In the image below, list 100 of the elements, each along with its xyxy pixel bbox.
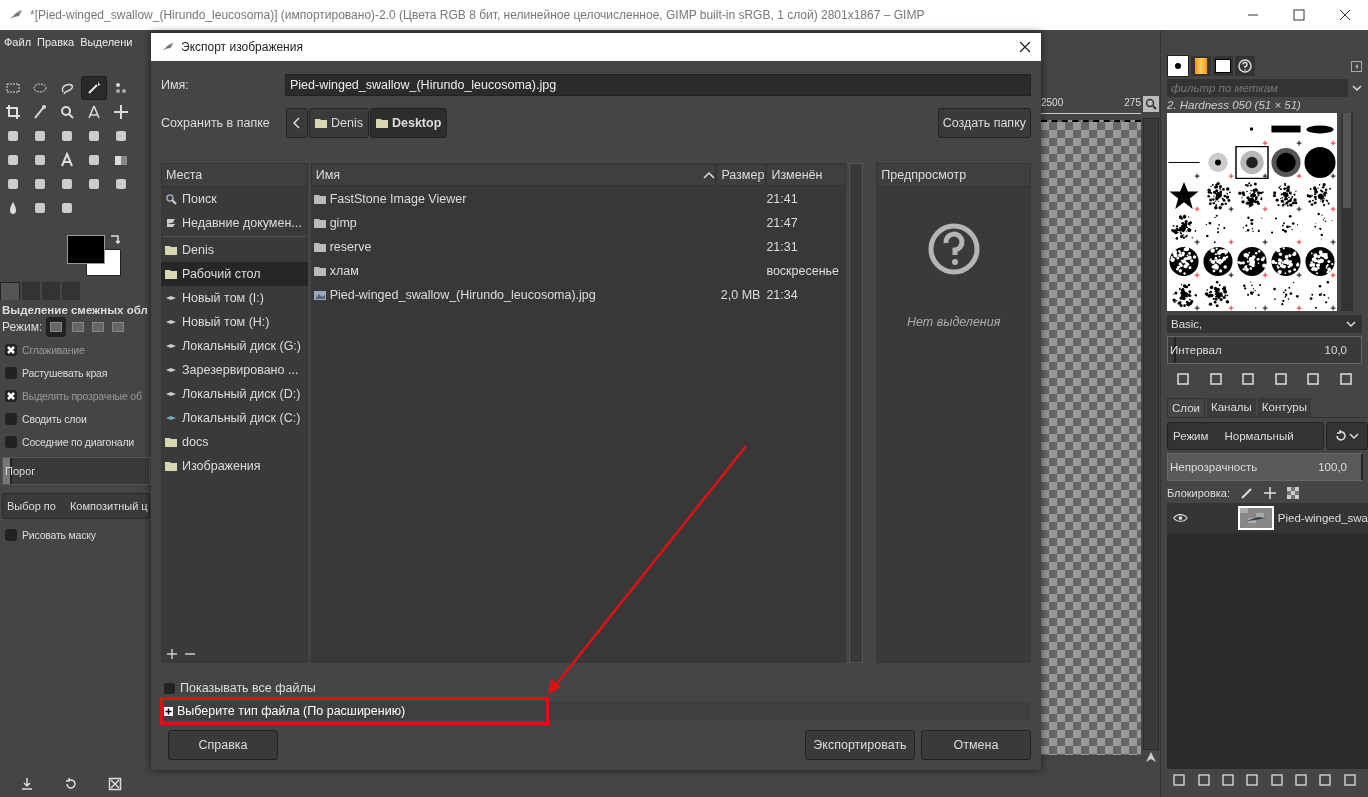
composite-mode-button[interactable]	[1326, 422, 1368, 450]
mode-button[interactable]	[110, 319, 127, 335]
column-header[interactable]: Размер	[716, 164, 767, 186]
chevron-left-icon[interactable]	[293, 117, 301, 129]
tool-icon[interactable]	[59, 176, 75, 192]
tool-icon[interactable]	[32, 200, 48, 216]
scrollbar[interactable]	[1341, 113, 1353, 311]
column-header[interactable]: Изменён	[766, 164, 847, 186]
place-item[interactable]: Рабочий стол	[161, 262, 308, 286]
file-name[interactable]: reserve	[310, 240, 711, 254]
path-button[interactable]: Denis	[309, 108, 369, 138]
brush-thumbnail[interactable]	[1303, 146, 1337, 179]
layer-row[interactable]: Pied-winged_swa	[1167, 503, 1368, 533]
tool-icon[interactable]	[86, 152, 102, 168]
tool-icon[interactable]	[86, 128, 102, 144]
tool-icon[interactable]	[113, 128, 129, 144]
threshold-slider[interactable]: Порог	[2, 457, 150, 485]
chevron-down-icon[interactable]	[1346, 319, 1356, 329]
tool-icon[interactable]	[32, 176, 48, 192]
mode-dropdown[interactable]: Режим Нормальный	[1167, 422, 1324, 450]
brush-thumbnail[interactable]	[1269, 146, 1303, 179]
create-folder-button[interactable]: Создать папку	[937, 108, 1031, 138]
checker-icon[interactable]	[1287, 487, 1300, 499]
crop-icon[interactable]	[5, 104, 21, 120]
column-header[interactable]: Места	[161, 163, 308, 187]
tag-dropdown[interactable]: Basic,	[1167, 315, 1362, 333]
brush-thumbnail[interactable]	[1235, 146, 1269, 179]
mode-button[interactable]	[90, 319, 107, 335]
tool-icon[interactable]	[59, 128, 75, 144]
scrollbar[interactable]	[849, 163, 864, 663]
brush-thumbnail[interactable]	[1269, 245, 1303, 278]
panel-tab[interactable]: Слои	[1167, 398, 1205, 417]
chevron-down-icon[interactable]	[1352, 83, 1362, 93]
menu-item[interactable]: Файл	[4, 36, 32, 48]
column-header[interactable]: Имя	[310, 164, 717, 186]
tool-icon[interactable]	[86, 176, 102, 192]
checkbox[interactable]	[5, 412, 17, 425]
file-name[interactable]: FastStone Image Viewer	[310, 192, 711, 206]
brush-thumbnail[interactable]	[1235, 179, 1269, 212]
opacity-slider[interactable]: Непрозрачность 100,0	[1167, 453, 1362, 481]
menu-item[interactable]: Выделени	[80, 36, 133, 48]
tag-filter-field[interactable]: фильтр по меткам	[1167, 79, 1348, 97]
wand-icon[interactable]	[86, 80, 102, 96]
panel-menu-icon[interactable]	[1351, 60, 1362, 72]
dots-icon[interactable]	[113, 80, 129, 96]
file-name-field[interactable]: Pied-winged_swallow_(Hirundo_leucosoma).jpg	[285, 74, 1031, 96]
brush-thumbnail[interactable]	[1269, 212, 1303, 245]
select-by-dropdown[interactable]: Выбор по Композитный ц	[2, 493, 150, 519]
file-name[interactable]: gimp	[310, 216, 711, 230]
file-name[interactable]: хлам	[310, 264, 711, 278]
save-icon[interactable]	[20, 777, 34, 791]
tool-icon[interactable]	[5, 176, 21, 192]
rotate-chevron-icon[interactable]	[1334, 429, 1360, 443]
image-icon[interactable]	[313, 289, 326, 301]
eyedropper-icon[interactable]	[32, 104, 48, 120]
maximize-icon[interactable]	[1293, 9, 1305, 21]
menu-item[interactable]: Правка	[37, 36, 75, 48]
brush-thumbnail[interactable]	[1303, 245, 1337, 278]
checkbox[interactable]	[5, 528, 17, 541]
tool-button[interactable]	[81, 76, 107, 100]
brush-thumbnail[interactable]	[1201, 245, 1235, 278]
foreground-color-swatch[interactable]	[67, 235, 105, 264]
tool-icon[interactable]	[5, 152, 21, 168]
mode-button[interactable]	[70, 319, 87, 335]
brush-thumbnail[interactable]	[1167, 245, 1201, 278]
reset-icon[interactable]	[64, 777, 78, 791]
tool-icon[interactable]	[5, 128, 21, 144]
brushes-tab[interactable]	[1167, 55, 1189, 77]
panel-tab[interactable]: Каналы	[1206, 398, 1256, 417]
move-icon[interactable]	[1264, 487, 1277, 499]
panel-tab[interactable]: Контуры	[1257, 398, 1311, 417]
dashed-ellipse-icon[interactable]	[32, 80, 48, 96]
close-icon[interactable]	[1019, 41, 1031, 53]
magnifier-icon[interactable]	[59, 104, 75, 120]
eye-icon[interactable]	[1173, 512, 1188, 524]
spacing-slider[interactable]: Интервал 10,0	[1167, 336, 1362, 364]
mode-button[interactable]	[46, 317, 67, 337]
plus-icon[interactable]	[164, 706, 173, 716]
path-button[interactable]: Desktop	[369, 108, 448, 138]
tool-icon[interactable]	[32, 128, 48, 144]
fonts-tab[interactable]	[1213, 56, 1233, 76]
checkbox[interactable]	[164, 682, 175, 694]
export-button[interactable]: Экспортировать	[805, 730, 915, 760]
back-button[interactable]	[286, 108, 308, 138]
search-icon[interactable]	[165, 193, 177, 205]
dashed-rectangle-icon[interactable]	[5, 80, 21, 96]
compass-icon[interactable]	[86, 104, 102, 120]
swap-arrow-icon[interactable]	[110, 234, 120, 244]
patterns-tab[interactable]	[1191, 56, 1211, 76]
brush-thumbnail[interactable]	[1235, 245, 1269, 278]
help-button[interactable]: Справка	[168, 730, 278, 760]
background-color-swatch[interactable]	[86, 249, 121, 276]
checkbox[interactable]	[5, 435, 17, 448]
close-icon[interactable]	[1339, 9, 1351, 21]
tool-icon[interactable]	[59, 200, 75, 216]
add-icon[interactable]	[167, 649, 177, 659]
letter-icon[interactable]	[59, 152, 75, 168]
tool-icon[interactable]	[32, 152, 48, 168]
scrollbar[interactable]	[1143, 118, 1159, 750]
checkbox[interactable]	[5, 366, 17, 379]
